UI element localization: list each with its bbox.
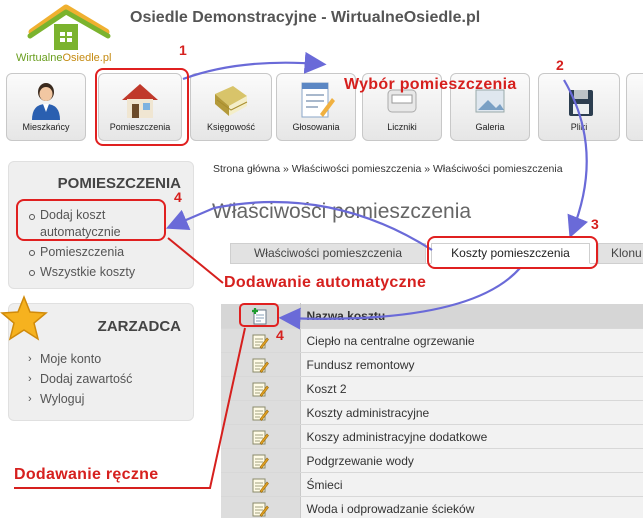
edit-cost-cell[interactable] — [221, 376, 301, 401]
annotation-number-3: 3 — [591, 216, 599, 232]
page-title: Właściwości pomieszczenia — [212, 200, 472, 223]
edit-cost-icon[interactable] — [251, 476, 270, 494]
chevron-right-icon: › — [28, 373, 32, 385]
chevron-right-icon: › — [28, 353, 32, 365]
nav-label: Pliki — [570, 122, 588, 132]
cost-name-cell[interactable]: Woda i odprowadzanie ścieków — [300, 496, 643, 518]
sidebar-item-all-costs[interactable]: Wszystkie koszty — [27, 262, 177, 282]
table-header-cost-name: Nazwa kosztu — [300, 303, 643, 329]
annotation-number-1: 1 — [179, 42, 187, 58]
nav-tile-more[interactable] — [626, 73, 643, 141]
sidebar-item-my-account[interactable]: › Moje konto — [27, 349, 177, 369]
highlight-box-add-icon — [239, 303, 279, 327]
edit-cost-cell[interactable] — [221, 496, 301, 518]
edit-cost-cell[interactable] — [221, 352, 301, 377]
annotation-auto-add: Dodawanie automatyczne — [224, 274, 427, 291]
cost-table: Nazwa kosztu Ciepło na centralne ogrzewa… — [221, 303, 643, 518]
sidebar-item-logout[interactable]: › Wyloguj — [27, 389, 177, 409]
edit-cost-icon[interactable] — [251, 500, 270, 518]
ledger-books-icon — [215, 86, 248, 116]
logo-house-icon — [27, 4, 111, 50]
table-row[interactable]: Koszt 2 — [221, 376, 643, 401]
tab-room-properties[interactable]: Właściwości pomieszczenia — [230, 243, 426, 264]
nav-label: Mieszkańcy — [22, 122, 70, 132]
nav-tile-ksiegowosc[interactable]: Księgowość — [190, 73, 272, 141]
cost-name-cell[interactable]: Fundusz remontowy — [300, 352, 643, 377]
edit-cost-cell[interactable] — [221, 424, 301, 449]
annotation-room-choice: Wybór pomieszczenia — [344, 76, 517, 93]
highlight-box-rooms-nav — [95, 68, 189, 146]
edit-cost-icon[interactable] — [251, 404, 270, 422]
files-icon — [569, 90, 593, 116]
edit-cost-icon[interactable] — [251, 452, 270, 470]
table-row[interactable]: Koszty administracyjne — [221, 400, 643, 425]
cost-name-cell[interactable]: Koszty administracyjne — [300, 400, 643, 425]
table-row[interactable]: Fundusz remontowy — [221, 352, 643, 377]
table-row[interactable]: Śmieci — [221, 472, 643, 497]
nav-tile-mieszkancy[interactable]: Mieszkańcy — [6, 73, 86, 141]
edit-cost-cell[interactable] — [221, 400, 301, 425]
table-row[interactable]: Podgrzewanie wody — [221, 448, 643, 473]
edit-cost-icon[interactable] — [251, 332, 270, 350]
cost-name-cell[interactable]: Ciepło na centralne ogrzewanie — [300, 328, 643, 353]
table-row[interactable]: Ciepło na centralne ogrzewanie — [221, 328, 643, 353]
ballot-icon — [301, 82, 335, 118]
cost-name-cell[interactable]: Podgrzewanie wody — [300, 448, 643, 473]
cost-name-cell[interactable]: Śmieci — [300, 472, 643, 497]
sidebar-admin-title: ZARZADCA — [97, 318, 181, 335]
annotation-number-4-table: 4 — [276, 327, 284, 343]
nav-label: Galeria — [475, 122, 505, 132]
cost-name-cell[interactable]: Koszt 2 — [300, 376, 643, 401]
site-title: Osiedle Demonstracyjne - WirtualneOsiedl… — [130, 9, 481, 26]
annotation-number-4-side: 4 — [174, 189, 182, 205]
sidebar-admin-list: › Moje konto › Dodaj zawartość › Wyloguj — [27, 349, 177, 409]
nav-label: Liczniki — [387, 122, 417, 132]
sidebar-rooms-title: POMIESZCZENIA — [57, 175, 181, 192]
highlight-box-auto-add — [16, 199, 166, 241]
annotation-manual-add: Dodawanie ręczne — [14, 466, 159, 483]
edit-cost-cell[interactable] — [221, 328, 301, 353]
edit-cost-icon[interactable] — [251, 356, 270, 374]
sidebar-item-add-content[interactable]: › Dodaj zawartość — [27, 369, 177, 389]
table-row[interactable]: Woda i odprowadzanie ścieków — [221, 496, 643, 518]
edit-cost-cell[interactable] — [221, 472, 301, 497]
person-icon — [32, 83, 60, 120]
tab-clone[interactable]: Klonu — [598, 243, 643, 264]
edit-cost-cell[interactable] — [221, 448, 301, 473]
breadcrumb[interactable]: Strona główna » Właściwości pomieszczeni… — [213, 163, 563, 175]
logo-text: WirtualneOsiedle.pl — [16, 52, 112, 64]
highlight-box-costs-tab — [427, 236, 598, 269]
nav-label: Księgowość — [206, 122, 256, 132]
edit-cost-icon[interactable] — [251, 380, 270, 398]
sidebar-item-rooms[interactable]: Pomieszczenia — [27, 242, 177, 262]
table-header-row: Nazwa kosztu — [221, 303, 643, 329]
cost-name-cell[interactable]: Koszy administracyjne dodatkowe — [300, 424, 643, 449]
edit-cost-icon[interactable] — [251, 428, 270, 446]
nav-label: Głosowania — [292, 122, 340, 132]
star-icon — [0, 295, 48, 341]
chevron-right-icon: › — [28, 393, 32, 405]
annotation-number-2: 2 — [556, 57, 564, 73]
table-row[interactable]: Koszy administracyjne dodatkowe — [221, 424, 643, 449]
nav-tile-pliki[interactable]: Pliki — [538, 73, 620, 141]
